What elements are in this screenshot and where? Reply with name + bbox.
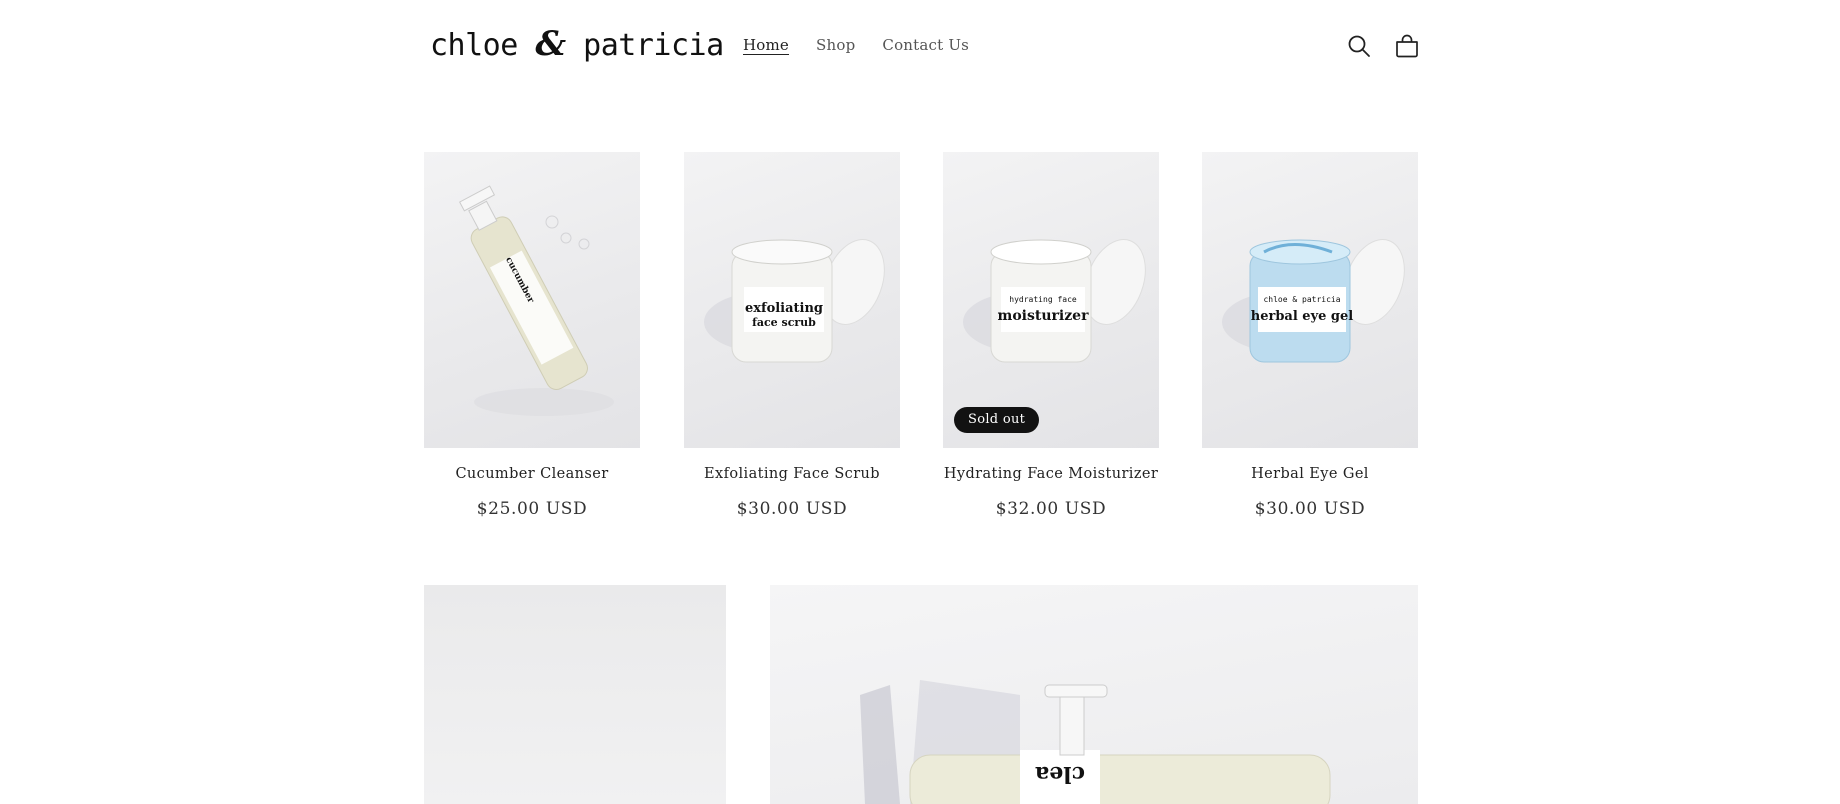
svg-text:clea: clea [1035,761,1085,787]
sold-out-badge: Sold out [954,407,1040,433]
product-card[interactable]: hydrating face moisturizer Sold out Hydr… [943,152,1159,532]
product-price: $32.00 USD [995,499,1107,519]
product-card[interactable]: exfoliating face scrub Exfoliating Face … [684,152,900,532]
search-icon [1348,35,1370,57]
product-image-eye-gel[interactable]: chloe & patricia herbal eye gel [1202,152,1418,448]
product-image-moisturizer[interactable]: hydrating face moisturizer Sold out [943,152,1159,448]
product-price: $25.00 USD [476,499,588,519]
search-button[interactable] [1346,33,1372,59]
nav-contact-link[interactable]: Contact Us [882,36,969,54]
svg-text:herbal eye gel: herbal eye gel [1251,309,1354,324]
product-card[interactable]: cucumber Cucumber Cleanser $25.00 USD [424,152,640,532]
cleanser-bottles-banner: clea [770,585,1418,804]
svg-text:face scrub: face scrub [752,316,816,329]
svg-text:exfoliating: exfoliating [745,301,823,316]
nav-shop-link[interactable]: Shop [816,36,855,54]
svg-text:chloe & patricia: chloe & patricia [1263,295,1340,304]
cleanser-bottle-illustration: cucumber [458,185,614,416]
product-name[interactable]: Hydrating Face Moisturizer [943,466,1159,482]
svg-text:hydrating face: hydrating face [1009,295,1077,304]
product-grid: cucumber Cucumber Cleanser $25.00 USD ex… [424,152,1418,532]
product-image-scrub[interactable]: exfoliating face scrub [684,152,900,448]
product-price: $30.00 USD [736,499,848,519]
cart-icon [1396,34,1418,58]
site-header: chloe & patricia Home Shop Contact Us [424,0,1418,94]
product-card[interactable]: chloe & patricia herbal eye gel Herbal E… [1202,152,1418,532]
storefront-page: chloe & patricia Home Shop Contact Us cu… [0,0,1840,804]
cart-button[interactable] [1394,33,1420,59]
product-image-cleanser[interactable]: cucumber [424,152,640,448]
logo-text-left: chloe [430,28,518,63]
svg-text:moisturizer: moisturizer [998,308,1090,324]
eye-gel-jar-illustration: chloe & patricia herbal eye gel [1222,239,1405,363]
logo-ampersand: & [535,24,566,64]
product-name[interactable]: Cucumber Cleanser [424,466,640,482]
site-logo[interactable]: chloe & patricia [430,24,724,64]
product-name[interactable]: Herbal Eye Gel [1202,466,1418,482]
product-name[interactable]: Exfoliating Face Scrub [684,466,900,482]
plain-backdrop-banner [424,585,726,804]
main-nav: Home Shop Contact Us [743,36,996,54]
product-price: $30.00 USD [1254,499,1366,519]
scrub-jar-illustration: exfoliating face scrub [704,239,885,363]
logo-text-right: patricia [583,28,724,63]
nav-home-link[interactable]: Home [743,36,789,54]
cleanser-bottles-illustration: clea [860,680,1331,804]
moisturizer-jar-illustration: hydrating face moisturizer [963,239,1146,363]
